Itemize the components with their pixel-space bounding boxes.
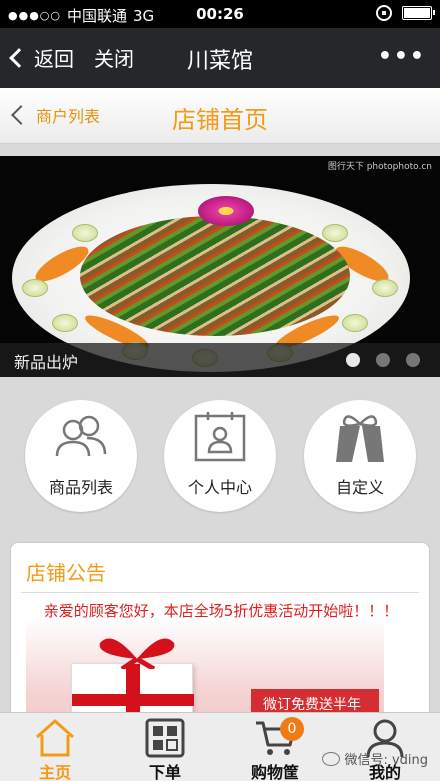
banner-caption-bar: 新品出炉 (0, 343, 440, 377)
bottom-tab-bar: 主页 下单 0 购物筐 我的 微信号: vding (0, 712, 440, 781)
banner-watermark: 图行天下 photophoto.cn (327, 162, 432, 172)
nav-product-list-label: 商品列表 (48, 478, 113, 497)
status-right (376, 5, 435, 21)
tab-cart[interactable]: 0 购物筐 (220, 713, 330, 781)
nav-custom-label: 自定义 (335, 478, 384, 497)
store-notice-card: 店铺公告 亲爱的顾客您好，本店全场5折优惠活动开始啦！！！ 微订免费送半年 (10, 542, 430, 722)
close-button[interactable]: 关闭 (94, 43, 134, 72)
gift-icon (336, 415, 384, 462)
flower-garnish (198, 196, 254, 226)
promo-image: 微订免费送半年 (26, 621, 384, 721)
status-bar: ●●●○○ 中国联通 3G 00:26 (0, 0, 440, 28)
pager-dot[interactable] (376, 353, 390, 367)
tab-cart-label: 购物筐 (250, 763, 299, 781)
merchant-list-back-button[interactable]: 商户列表 (8, 103, 100, 127)
tab-order-label: 下单 (148, 763, 181, 781)
carousel-pager (346, 353, 420, 367)
battery-icon (402, 6, 435, 20)
nav-product-list[interactable]: 商品列表 (25, 400, 137, 512)
tab-home[interactable]: 主页 (0, 713, 110, 781)
merchant-list-label: 商户列表 (36, 107, 101, 126)
banner-carousel[interactable]: 图行天下 photophoto.cn 新品出炉 (0, 156, 440, 377)
rotation-lock-icon (376, 5, 392, 21)
id-card-icon (194, 412, 246, 462)
wechat-title-bar: 返回 关闭 川菜馆 ••• (0, 28, 440, 88)
nav-personal-center[interactable]: 个人中心 (164, 400, 276, 512)
notice-title: 店铺公告 (26, 561, 106, 585)
wechat-watermark: 微信号: vding (322, 749, 428, 768)
more-menu-button[interactable]: ••• (378, 44, 426, 69)
banner-caption: 新品出炉 (14, 353, 79, 372)
home-icon (36, 719, 74, 757)
back-button[interactable]: 返回 (34, 43, 74, 72)
back-close-group: 返回 关闭 (9, 43, 134, 72)
order-icon (145, 718, 185, 758)
chevron-left-icon (11, 105, 31, 125)
wechat-icon (322, 751, 341, 766)
notice-text: 亲爱的顾客您好，本店全场5折优惠活动开始啦！！！ (43, 602, 399, 620)
users-icon (55, 415, 107, 457)
cart-count-badge: 0 (280, 717, 304, 741)
tab-home-label: 主页 (38, 763, 71, 781)
status-time: 00:26 (196, 5, 244, 23)
ribbon-bow-icon (99, 638, 175, 669)
page-header: 商户列表 店铺首页 (0, 88, 440, 144)
tab-order[interactable]: 下单 (110, 713, 220, 781)
divider (21, 592, 419, 593)
pager-dot[interactable] (346, 353, 360, 367)
nav-custom[interactable]: 自定义 (304, 400, 416, 512)
tab-mine[interactable]: 我的 (330, 713, 440, 781)
nav-personal-center-label: 个人中心 (187, 478, 252, 497)
pager-dot[interactable] (406, 353, 420, 367)
chevron-left-icon[interactable] (9, 47, 29, 68)
quick-nav: 商品列表 个人中心 自定义 (0, 400, 440, 512)
